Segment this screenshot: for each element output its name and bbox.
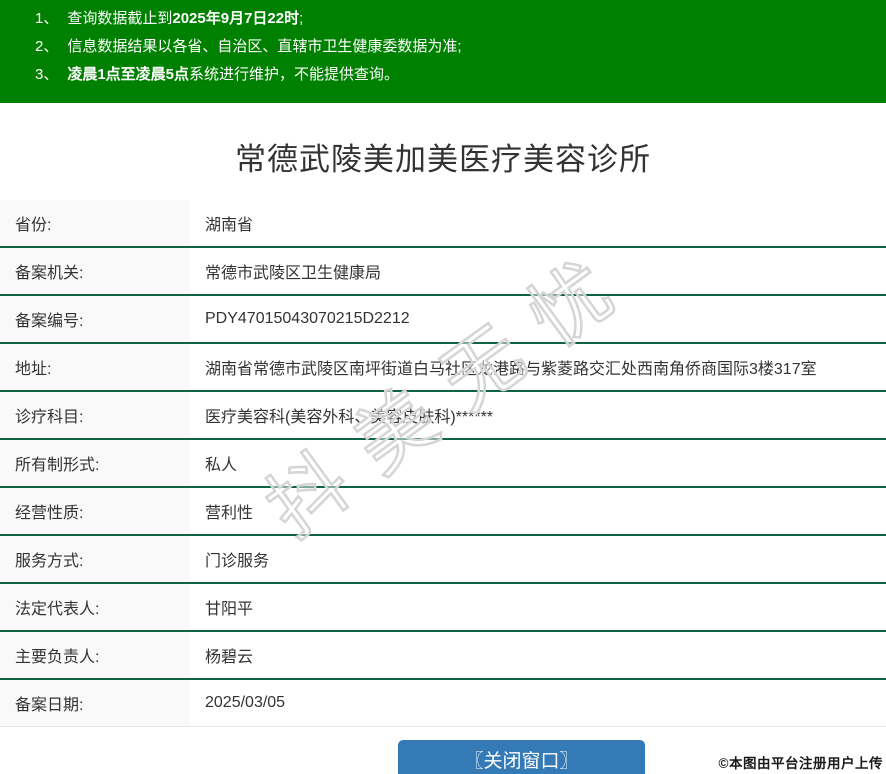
- notice-number: 1、: [35, 10, 58, 27]
- row-value: 甘阳平: [190, 584, 886, 630]
- row-label: 法定代表人:: [0, 584, 190, 630]
- table-row-ownership: 所有制形式: 私人: [0, 440, 886, 488]
- row-label: 备案机关:: [0, 248, 190, 294]
- notice-text-bold: 凌晨1点至凌晨5点: [67, 66, 189, 83]
- table-row-departments: 诊疗科目: 医疗美容科(美容外科、美容皮肤科)******: [0, 392, 886, 440]
- notice-text-bold: 2025年9月7日22时: [172, 10, 299, 27]
- record-page: 1、查询数据截止到2025年9月7日22时; 2、信息数据结果以各省、自治区、直…: [0, 0, 886, 774]
- notice-number: 3、: [35, 66, 58, 83]
- notice-text: 信息数据结果以各省、自治区、直辖市卫生健康委数据为准;: [67, 38, 461, 55]
- table-row-filing-number: 备案编号: PDY47015043070215D2212: [0, 296, 886, 344]
- row-label: 所有制形式:: [0, 440, 190, 486]
- table-row-legal-representative: 法定代表人: 甘阳平: [0, 584, 886, 632]
- notice-number: 2、: [35, 38, 58, 55]
- notice-text: 系统进行维护，不能提供查询。: [189, 66, 399, 83]
- table-row-filing-authority: 备案机关: 常德市武陵区卫生健康局: [0, 248, 886, 296]
- row-value: 门诊服务: [190, 536, 886, 582]
- row-value: 常德市武陵区卫生健康局: [190, 248, 886, 294]
- row-value: 湖南省: [190, 200, 886, 246]
- row-label: 主要负责人:: [0, 632, 190, 678]
- table-row-filing-date: 备案日期: 2025/03/05: [0, 680, 886, 727]
- row-label: 地址:: [0, 344, 190, 390]
- notice-text: ;: [299, 10, 303, 27]
- row-value: 湖南省常德市武陵区南坪街道白马社区龙港路与紫菱路交汇处西南角侨商国际3楼317室: [190, 344, 886, 390]
- row-value: 私人: [190, 440, 886, 486]
- row-value: 医疗美容科(美容外科、美容皮肤科)******: [190, 392, 886, 438]
- notice-line-3: 3、凌晨1点至凌晨5点系统进行维护，不能提供查询。: [35, 61, 876, 89]
- row-label: 省份:: [0, 200, 190, 246]
- notice-text: 查询数据截止到: [67, 10, 172, 27]
- notice-line-2: 2、信息数据结果以各省、自治区、直辖市卫生健康委数据为准;: [35, 33, 876, 61]
- row-label: 备案日期:: [0, 680, 190, 726]
- close-window-button[interactable]: 〖关闭窗口〗: [398, 740, 645, 774]
- row-label: 备案编号:: [0, 296, 190, 342]
- table-row-service-mode: 服务方式: 门诊服务: [0, 536, 886, 584]
- row-value: 杨碧云: [190, 632, 886, 678]
- row-label: 经营性质:: [0, 488, 190, 534]
- table-row-principal: 主要负责人: 杨碧云: [0, 632, 886, 680]
- row-value: PDY47015043070215D2212: [190, 296, 886, 342]
- page-title: 常德武陵美加美医疗美容诊所: [0, 134, 886, 179]
- notice-line-1: 1、查询数据截止到2025年9月7日22时;: [35, 5, 876, 33]
- table-row-business-nature: 经营性质: 营利性: [0, 488, 886, 536]
- row-label: 服务方式:: [0, 536, 190, 582]
- table-row-address: 地址: 湖南省常德市武陵区南坪街道白马社区龙港路与紫菱路交汇处西南角侨商国际3楼…: [0, 344, 886, 392]
- table-row-province: 省份: 湖南省: [0, 200, 886, 248]
- row-value: 2025/03/05: [190, 680, 886, 726]
- notice-banner: 1、查询数据截止到2025年9月7日22时; 2、信息数据结果以各省、自治区、直…: [0, 0, 886, 103]
- row-value: 营利性: [190, 488, 886, 534]
- upload-credit-stamp: ©本图由平台注册用户上传: [719, 752, 883, 772]
- record-table: 省份: 湖南省 备案机关: 常德市武陵区卫生健康局 备案编号: PDY47015…: [0, 200, 886, 727]
- row-label: 诊疗科目:: [0, 392, 190, 438]
